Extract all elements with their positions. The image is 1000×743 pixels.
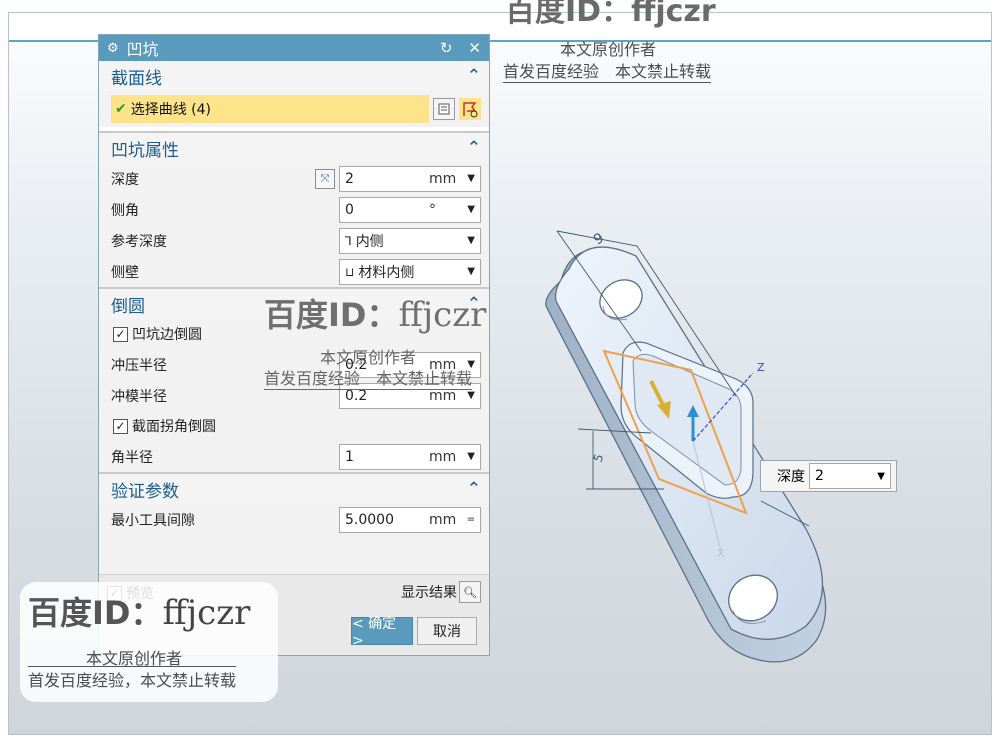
reset-icon[interactable]: ↻ [440, 39, 453, 57]
watermark-bot-brand: 百度ID：ffjczr [28, 588, 250, 634]
close-icon[interactable]: ✕ [468, 39, 481, 57]
side-wall-row: 侧壁 ⊔ 材料内侧 ▼ [99, 256, 489, 287]
reverse-direction-icon: ⤧ [320, 171, 330, 185]
section-section-verify[interactable]: 验证参数 ⌃ [99, 474, 489, 504]
side-angle-label: 侧角 [111, 202, 139, 219]
dropdown-arrow-icon[interactable]: ▼ [463, 266, 475, 277]
min-gap-label: 最小工具间隙 [111, 512, 195, 529]
depth-onscreen-value: 2 [815, 468, 824, 484]
depth-onscreen-field[interactable]: 2 ▼ [809, 463, 891, 489]
depth-onscreen-label: 深度 [777, 469, 805, 485]
watermark-mid-notice: 首发百度经验 本文禁止转载 [264, 365, 473, 390]
material-inside-icon: ⊔ [345, 264, 355, 279]
corner-radius-value: 1 [345, 448, 354, 465]
collapse-icon[interactable]: ⌃ [467, 66, 481, 86]
sketch-section-button[interactable] [433, 98, 455, 120]
dropdown-arrow-icon[interactable]: ▼ [463, 451, 475, 462]
watermark-top-brand: 百度ID：ffjczr [505, 0, 716, 29]
depth-input[interactable]: 2 mm ▼ [339, 165, 481, 192]
side-angle-row: 侧角 0 ° ▼ [99, 194, 489, 225]
magnifier-icon[interactable]: 🔍︎ [459, 581, 481, 603]
depth-row: 深度 ⤧ 2 mm ▼ [99, 163, 489, 194]
show-result-row[interactable]: 显示结果 🔍︎ [401, 581, 481, 603]
section-section-verify-title: 验证参数 [111, 481, 179, 502]
min-gap-input[interactable]: 5.0000 mm = [339, 506, 481, 533]
side-wall-select[interactable]: ⊔ 材料内侧 ▼ [339, 258, 481, 285]
min-gap-unit: mm [429, 511, 457, 528]
watermark-bot-brand-id: ffjczr [162, 593, 251, 633]
cancel-button[interactable]: 取消 [417, 617, 477, 645]
corner-radius-input[interactable]: 1 mm ▼ [339, 443, 481, 470]
section-section-curve-title: 截面线 [111, 68, 162, 89]
watermark-mid-brand-cn: 百度ID： [264, 296, 399, 334]
side-angle-input[interactable]: 0 ° ▼ [339, 196, 481, 223]
depth-label: 深度 [111, 171, 139, 188]
side-angle-unit: ° [429, 201, 436, 218]
ref-depth-label: 参考深度 [111, 233, 167, 250]
x-axis-label: X [717, 547, 725, 560]
side-wall-value: 材料内侧 [358, 264, 415, 281]
watermark-mid-brand: 百度ID：ffjczr [264, 290, 486, 336]
select-curve-label: 选择曲线 (4) [130, 102, 212, 118]
select-curve-row[interactable]: ✔ 选择曲线 (4) [111, 94, 481, 124]
side-angle-value: 0 [345, 201, 354, 218]
watermark-bot-notice: 首发百度经验，本文禁止转载 [28, 666, 237, 691]
depth-onscreen-input[interactable]: 深度 2 ▼ [760, 460, 897, 492]
watermark-mid-brand-id: ffjczr [398, 295, 487, 335]
reverse-direction-button[interactable]: ⤧ [315, 168, 335, 189]
ref-depth-row: 参考深度 ⅂ 内侧 ▼ [99, 225, 489, 256]
sheet-metal-part[interactable] [545, 246, 827, 663]
dropdown-arrow-icon[interactable]: ▼ [463, 235, 475, 246]
show-result-label: 显示结果 [401, 585, 457, 601]
collapse-icon[interactable]: ⌃ [467, 479, 481, 499]
sketch-icon [438, 103, 450, 115]
section-section-curve[interactable]: 截面线 ⌃ [99, 61, 489, 91]
top-dimension-value: 9 [591, 230, 607, 248]
watermark-bot-brand-cn: 百度ID： [28, 594, 163, 632]
edge-round-checkbox[interactable]: ✓ [113, 326, 128, 342]
gear-icon: ⚙ [107, 40, 119, 56]
corner-round-checkbox-row[interactable]: ✓ 截面拐角倒圆 [99, 411, 489, 441]
check-icon: ✔ [115, 101, 127, 117]
section-section-props-title: 凹坑属性 [111, 140, 179, 161]
corner-radius-label: 角半径 [111, 449, 153, 466]
edge-round-label: 凹坑边倒圆 [132, 327, 202, 343]
collapse-icon[interactable]: ⌃ [467, 138, 481, 158]
dropdown-arrow-icon[interactable]: ▼ [463, 204, 475, 215]
ref-depth-select[interactable]: ⅂ 内侧 ▼ [339, 227, 481, 254]
inside-depth-icon: ⅂ [345, 233, 352, 248]
z-axis-label: Z [757, 361, 765, 374]
select-curve-field[interactable]: ✔ 选择曲线 (4) [111, 95, 429, 123]
dropdown-arrow-icon[interactable]: ▼ [463, 173, 475, 184]
watermark-top-notice: 首发百度经验 本文禁止转载 [503, 58, 712, 83]
min-gap-value: 5.0000 [345, 511, 394, 528]
ok-button[interactable]: < 确定 > [351, 616, 413, 649]
dialog-titlebar[interactable]: ⚙ 凹坑 ↻ ✕ [99, 35, 489, 61]
corner-radius-unit: mm [429, 448, 457, 465]
ref-depth-value: 内侧 [355, 233, 384, 250]
corner-radius-row: 角半径 1 mm ▼ [99, 441, 489, 472]
dimple-dialog[interactable]: ⚙ 凹坑 ↻ ✕ 截面线 ⌃ ✔ 选择曲线 (4) 凹坑属性 ⌃ 深度 ⤧ 2 … [98, 34, 490, 656]
corner-round-checkbox[interactable]: ✓ [113, 418, 128, 434]
section-section-round-title: 倒圆 [111, 296, 145, 317]
depth-value: 2 [345, 170, 354, 187]
dialog-title: 凹坑 [126, 40, 159, 59]
dropdown-arrow-icon[interactable]: ▼ [873, 471, 885, 482]
depth-unit: mm [429, 170, 457, 187]
min-gap-equals[interactable]: = [463, 514, 475, 525]
side-wall-label: 侧壁 [111, 264, 139, 281]
dropdown-arrow-icon[interactable]: ▼ [463, 390, 475, 401]
section-section-props[interactable]: 凹坑属性 ⌃ [99, 133, 489, 163]
curve-flag-icon [463, 102, 478, 118]
min-gap-row: 最小工具间隙 5.0000 mm = [99, 504, 489, 535]
curve-button[interactable] [459, 98, 481, 120]
corner-round-label: 截面拐角倒圆 [132, 419, 216, 435]
watermark-top-author: 本文原创作者 [560, 40, 657, 59]
